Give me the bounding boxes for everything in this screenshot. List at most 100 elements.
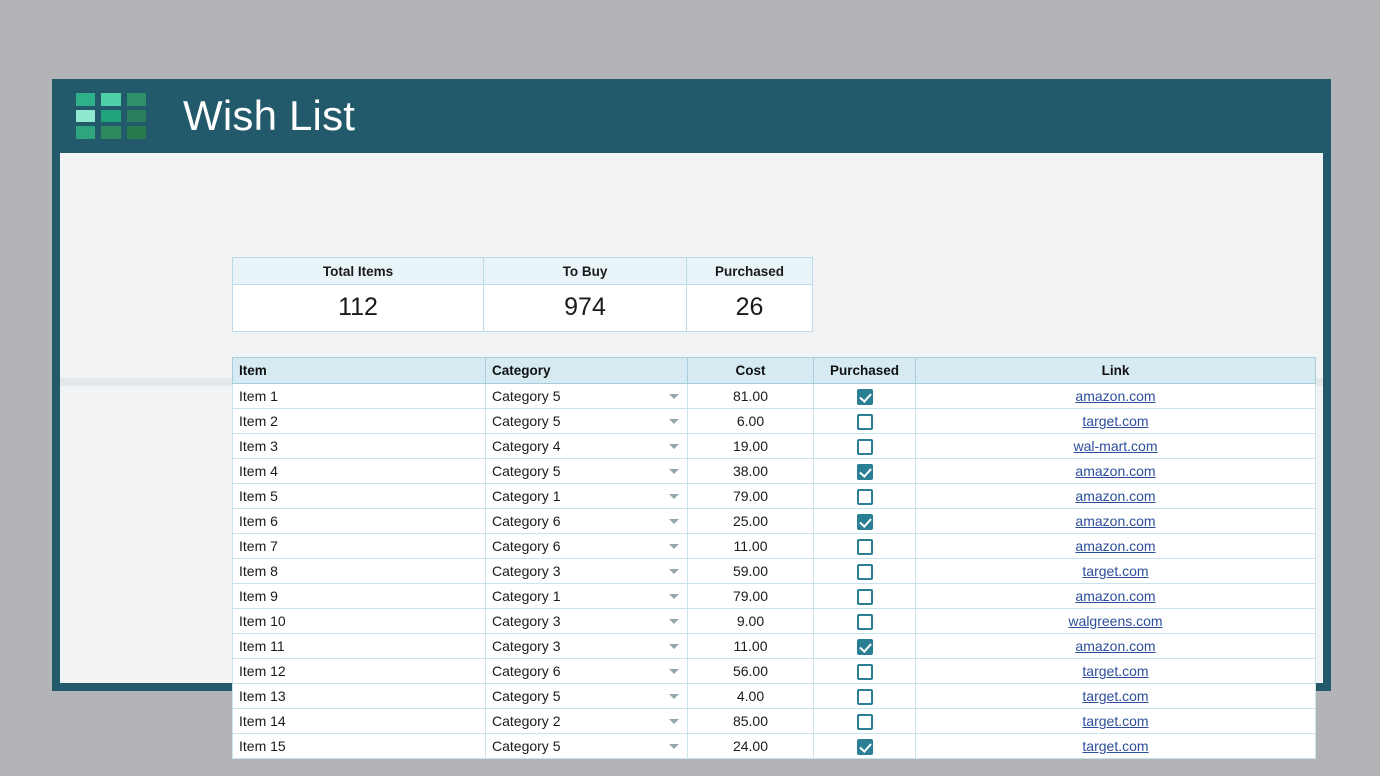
cell-cost[interactable]: 4.00 [688,684,814,709]
link-text[interactable]: wal-mart.com [1073,438,1157,454]
cell-category-dropdown[interactable]: Category 5 [486,409,688,434]
cell-cost[interactable]: 85.00 [688,709,814,734]
link-text[interactable]: amazon.com [1075,638,1155,654]
cell-cost[interactable]: 9.00 [688,609,814,634]
cell-item[interactable]: Item 9 [233,584,486,609]
checkbox-checked-icon[interactable] [857,464,873,480]
column-header-link[interactable]: Link [916,358,1316,384]
cell-cost[interactable]: 79.00 [688,584,814,609]
checkbox-unchecked-icon[interactable] [857,689,873,705]
checkbox-unchecked-icon[interactable] [857,564,873,580]
column-header-purchased[interactable]: Purchased [814,358,916,384]
chevron-down-icon[interactable] [669,394,679,399]
cell-item[interactable]: Item 10 [233,609,486,634]
cell-cost[interactable]: 19.00 [688,434,814,459]
link-text[interactable]: target.com [1082,663,1148,679]
cell-item[interactable]: Item 15 [233,734,486,759]
chevron-down-icon[interactable] [669,744,679,749]
link-text[interactable]: amazon.com [1075,513,1155,529]
chevron-down-icon[interactable] [669,569,679,574]
cell-item[interactable]: Item 1 [233,384,486,409]
cell-cost[interactable]: 24.00 [688,734,814,759]
cell-category-dropdown[interactable]: Category 4 [486,434,688,459]
cell-category-dropdown[interactable]: Category 5 [486,459,688,484]
chevron-down-icon[interactable] [669,669,679,674]
checkbox-checked-icon[interactable] [857,739,873,755]
checkbox-unchecked-icon[interactable] [857,489,873,505]
chevron-down-icon[interactable] [669,519,679,524]
link-text[interactable]: target.com [1082,688,1148,704]
cell-item[interactable]: Item 11 [233,634,486,659]
cell-cost[interactable]: 81.00 [688,384,814,409]
cell-item[interactable]: Item 2 [233,409,486,434]
cell-category-dropdown[interactable]: Category 3 [486,609,688,634]
chevron-down-icon[interactable] [669,469,679,474]
checkbox-unchecked-icon[interactable] [857,714,873,730]
cell-category-dropdown[interactable]: Category 6 [486,509,688,534]
chevron-down-icon[interactable] [669,594,679,599]
logo-tile-1 [76,93,95,106]
checkbox-unchecked-icon[interactable] [857,439,873,455]
cell-cost[interactable]: 56.00 [688,659,814,684]
cell-cost[interactable]: 38.00 [688,459,814,484]
cell-category-dropdown[interactable]: Category 2 [486,709,688,734]
cell-item[interactable]: Item 14 [233,709,486,734]
checkbox-unchecked-icon[interactable] [857,539,873,555]
cell-cost[interactable]: 6.00 [688,409,814,434]
link-text[interactable]: walgreens.com [1068,613,1162,629]
checkbox-unchecked-icon[interactable] [857,589,873,605]
link-text[interactable]: amazon.com [1075,538,1155,554]
chevron-down-icon[interactable] [669,544,679,549]
cell-category-dropdown[interactable]: Category 3 [486,634,688,659]
link-text[interactable]: amazon.com [1075,388,1155,404]
cell-item[interactable]: Item 7 [233,534,486,559]
cell-item[interactable]: Item 4 [233,459,486,484]
checkbox-unchecked-icon[interactable] [857,614,873,630]
checkbox-unchecked-icon[interactable] [857,414,873,430]
chevron-down-icon[interactable] [669,719,679,724]
cell-item[interactable]: Item 6 [233,509,486,534]
cell-category-dropdown[interactable]: Category 3 [486,559,688,584]
chevron-down-icon[interactable] [669,694,679,699]
checkbox-checked-icon[interactable] [857,639,873,655]
cell-purchased [814,609,916,634]
column-header-category[interactable]: Category [486,358,688,384]
link-text[interactable]: target.com [1082,563,1148,579]
chevron-down-icon[interactable] [669,619,679,624]
cell-item[interactable]: Item 3 [233,434,486,459]
cell-item[interactable]: Item 12 [233,659,486,684]
link-text[interactable]: amazon.com [1075,488,1155,504]
link-text[interactable]: target.com [1082,713,1148,729]
link-text[interactable]: amazon.com [1075,463,1155,479]
page-title: Wish List [183,87,355,145]
cell-category-dropdown[interactable]: Category 6 [486,659,688,684]
column-header-cost[interactable]: Cost [688,358,814,384]
cell-cost[interactable]: 11.00 [688,634,814,659]
cell-cost[interactable]: 79.00 [688,484,814,509]
cell-category-dropdown[interactable]: Category 1 [486,484,688,509]
link-text[interactable]: amazon.com [1075,588,1155,604]
link-text[interactable]: target.com [1082,413,1148,429]
cell-purchased [814,684,916,709]
checkbox-checked-icon[interactable] [857,514,873,530]
chevron-down-icon[interactable] [669,419,679,424]
cell-cost[interactable]: 59.00 [688,559,814,584]
cell-item[interactable]: Item 13 [233,684,486,709]
link-text[interactable]: target.com [1082,738,1148,754]
cell-item[interactable]: Item 8 [233,559,486,584]
cell-category-dropdown[interactable]: Category 5 [486,384,688,409]
cell-cost[interactable]: 25.00 [688,509,814,534]
chevron-down-icon[interactable] [669,644,679,649]
chevron-down-icon[interactable] [669,444,679,449]
checkbox-checked-icon[interactable] [857,389,873,405]
cell-category-dropdown[interactable]: Category 6 [486,534,688,559]
cell-category-dropdown[interactable]: Category 5 [486,734,688,759]
checkbox-unchecked-icon[interactable] [857,664,873,680]
cell-category-dropdown[interactable]: Category 5 [486,684,688,709]
column-header-item[interactable]: Item [233,358,486,384]
cell-category-dropdown[interactable]: Category 1 [486,584,688,609]
chevron-down-icon[interactable] [669,494,679,499]
cell-item[interactable]: Item 5 [233,484,486,509]
cell-purchased [814,634,916,659]
cell-cost[interactable]: 11.00 [688,534,814,559]
